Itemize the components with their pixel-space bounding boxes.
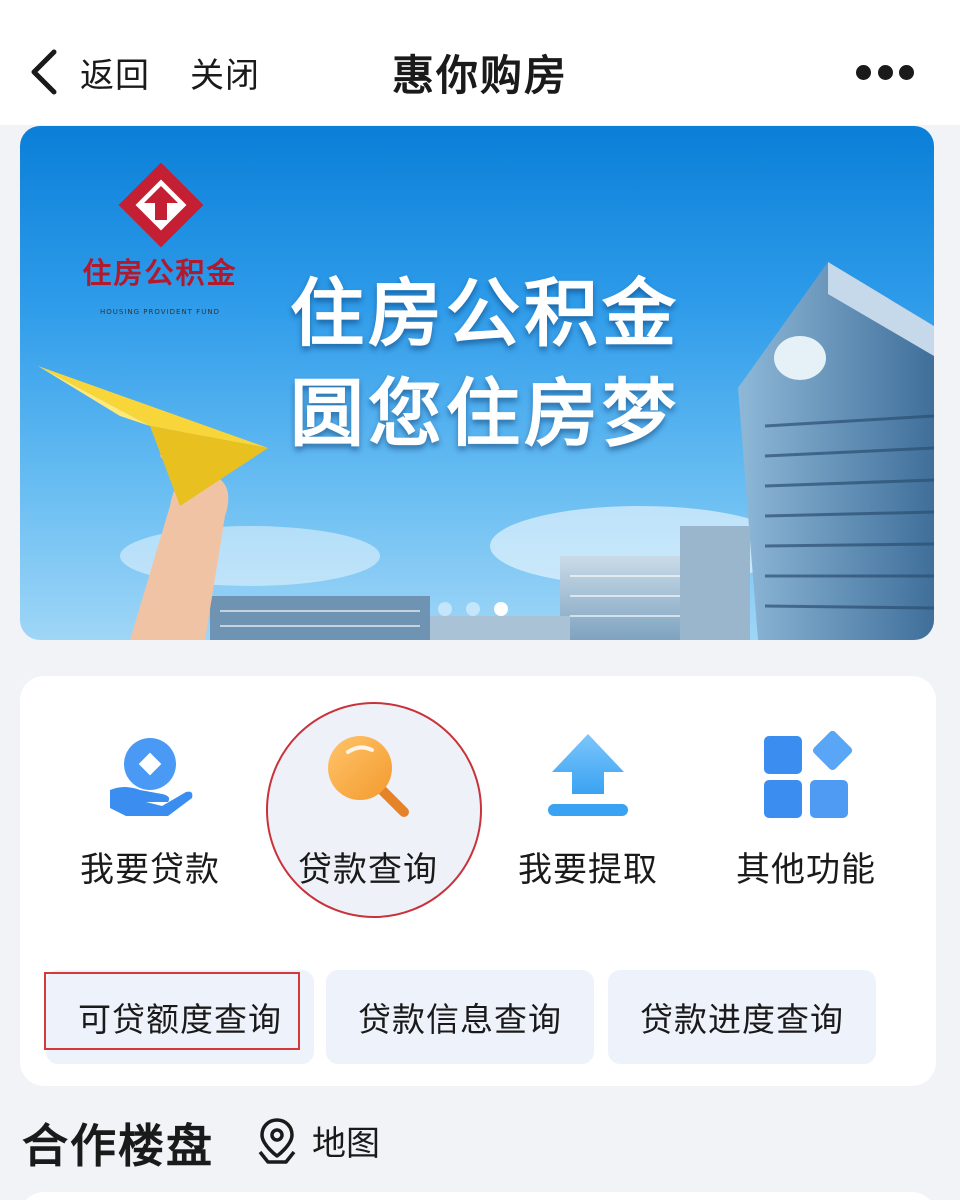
banner-headline-line1: 住房公积金 — [290, 271, 680, 357]
service-other-functions[interactable]: 其他功能 — [696, 728, 916, 890]
map-link[interactable]: 地图 — [256, 1112, 380, 1168]
withdraw-upload-icon — [548, 734, 628, 816]
housing-fund-logo-icon — [118, 162, 204, 248]
loan-hand-icon — [110, 738, 193, 816]
more-dot — [856, 64, 871, 80]
service-card: 我要贷款 贷款查询 我要提取 其他功能 可贷额度查询 贷款信息查询 贷款进度查询 — [20, 676, 936, 1086]
top-navbar: 返回 关闭 惠你购房 — [0, 0, 960, 125]
service-label: 我要贷款 — [80, 850, 220, 890]
section-title: 合作楼盘 — [22, 1119, 214, 1173]
promo-banner[interactable]: 住房公积金 HOUSING PROVIDENT FUND 住房公积金 圆您住房梦 — [20, 126, 934, 640]
quick-query-loan-info-button[interactable]: 贷款信息查询 — [326, 970, 594, 1064]
quick-query-loan-limit-button[interactable]: 可贷额度查询 — [46, 970, 314, 1064]
banner-pagination — [438, 602, 518, 622]
service-label: 其他功能 — [736, 850, 876, 890]
listing-card — [20, 1192, 936, 1200]
search-magnifier-icon — [328, 736, 409, 817]
logo-text-cn: 住房公积金 — [82, 256, 238, 290]
service-withdraw[interactable]: 我要提取 — [478, 728, 698, 890]
pagination-dot[interactable] — [438, 602, 452, 616]
pagination-dot[interactable] — [466, 602, 480, 616]
more-dot — [899, 64, 914, 80]
more-dot — [877, 64, 893, 80]
page-title: 惠你购房 — [391, 51, 568, 100]
service-label: 我要提取 — [518, 850, 658, 890]
grid-apps-icon — [764, 730, 853, 818]
map-label: 地图 — [312, 1123, 380, 1164]
banner-headline-line2: 圆您住房梦 — [290, 371, 680, 457]
service-apply-loan[interactable]: 我要贷款 — [40, 728, 260, 890]
service-loan-query[interactable]: 贷款查询 — [258, 728, 478, 890]
logo-text-en: HOUSING PROVIDENT FUND — [100, 308, 220, 316]
more-dots-icon[interactable] — [856, 62, 914, 82]
service-label: 贷款查询 — [298, 850, 438, 890]
pagination-dot-active[interactable] — [494, 602, 508, 616]
map-pin-icon — [258, 1118, 296, 1164]
quick-query-loan-progress-button[interactable]: 贷款进度查询 — [608, 970, 876, 1064]
